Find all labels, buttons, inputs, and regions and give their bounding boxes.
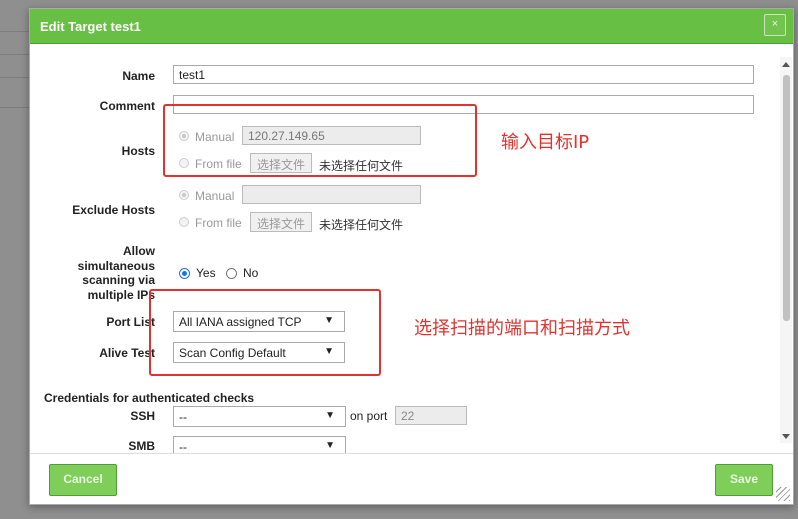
- allow-yes-radio[interactable]: [179, 268, 190, 279]
- port-list-label: Port List: [106, 315, 155, 329]
- smb-credential-select[interactable]: -- ▼: [173, 436, 346, 453]
- scrollbar-thumb[interactable]: [783, 75, 790, 321]
- resize-grip-icon[interactable]: [776, 487, 790, 501]
- exclude-manual-input[interactable]: [242, 185, 421, 204]
- ports-annotation-text: 选择扫描的端口和扫描方式: [414, 318, 630, 339]
- exclude-manual-radio[interactable]: [179, 190, 189, 200]
- credentials-section-title: Credentials for authenticated checks: [44, 391, 255, 405]
- allow-simultaneous-label: Allow simultaneous scanning via multiple…: [39, 244, 155, 302]
- allow-yes-label: Yes: [196, 266, 216, 280]
- ssh-port-input[interactable]: 22: [395, 406, 467, 425]
- smb-credential-value: --: [179, 440, 187, 453]
- allow-no-radio[interactable]: [226, 268, 237, 279]
- smb-label: SMB: [128, 439, 155, 453]
- backdrop-divider: [0, 54, 30, 55]
- save-button[interactable]: Save: [715, 464, 773, 496]
- close-button[interactable]: ×: [764, 14, 786, 36]
- allow-label-line: scanning via: [82, 273, 155, 287]
- exclude-from-file-radio[interactable]: [179, 217, 189, 227]
- allow-no-label: No: [243, 266, 259, 280]
- backdrop-divider: [0, 77, 30, 78]
- dialog-footer: Cancel Save: [30, 453, 793, 504]
- edit-target-dialog: Edit Target test1 × Name test1 Comment H…: [29, 8, 794, 505]
- content-scrollbar[interactable]: [780, 57, 792, 443]
- scroll-up-icon[interactable]: [782, 62, 790, 67]
- backdrop-divider: [0, 31, 30, 32]
- hosts-annotation-text: 输入目标IP: [501, 132, 590, 153]
- exclude-hosts-label: Exclude Hosts: [72, 203, 155, 217]
- chevron-down-icon: ▼: [325, 440, 335, 451]
- ports-annotation-box: [149, 289, 381, 376]
- allow-label-line: multiple IPs: [87, 287, 155, 302]
- ssh-label: SSH: [130, 409, 155, 423]
- backdrop-divider: [0, 107, 30, 108]
- exclude-from-file-label: From file: [195, 216, 242, 230]
- hosts-annotation-box: [163, 104, 477, 177]
- ssh-credential-value: --: [179, 410, 187, 424]
- ssh-on-port-label: on port: [350, 409, 388, 423]
- dialog-titlebar[interactable]: Edit Target test1 ×: [30, 9, 793, 44]
- hosts-label: Hosts: [121, 144, 155, 158]
- scroll-down-icon[interactable]: [782, 434, 790, 439]
- comment-label: Comment: [99, 99, 155, 113]
- allow-label-line: simultaneous: [77, 258, 155, 273]
- alive-test-label: Alive Test: [99, 346, 155, 360]
- allow-label-line: Allow: [123, 244, 155, 258]
- exclude-manual-label: Manual: [195, 189, 235, 203]
- exclude-file-status: 未选择任何文件: [319, 218, 404, 232]
- chevron-down-icon: ▼: [325, 410, 335, 421]
- cancel-button[interactable]: Cancel: [49, 464, 117, 496]
- name-label: Name: [122, 69, 155, 83]
- dialog-title: Edit Target test1: [40, 19, 141, 34]
- close-icon: ×: [771, 18, 779, 30]
- name-input[interactable]: test1: [173, 65, 754, 84]
- ssh-credential-select[interactable]: -- ▼: [173, 406, 346, 427]
- exclude-choose-file-button[interactable]: 选择文件: [250, 212, 313, 232]
